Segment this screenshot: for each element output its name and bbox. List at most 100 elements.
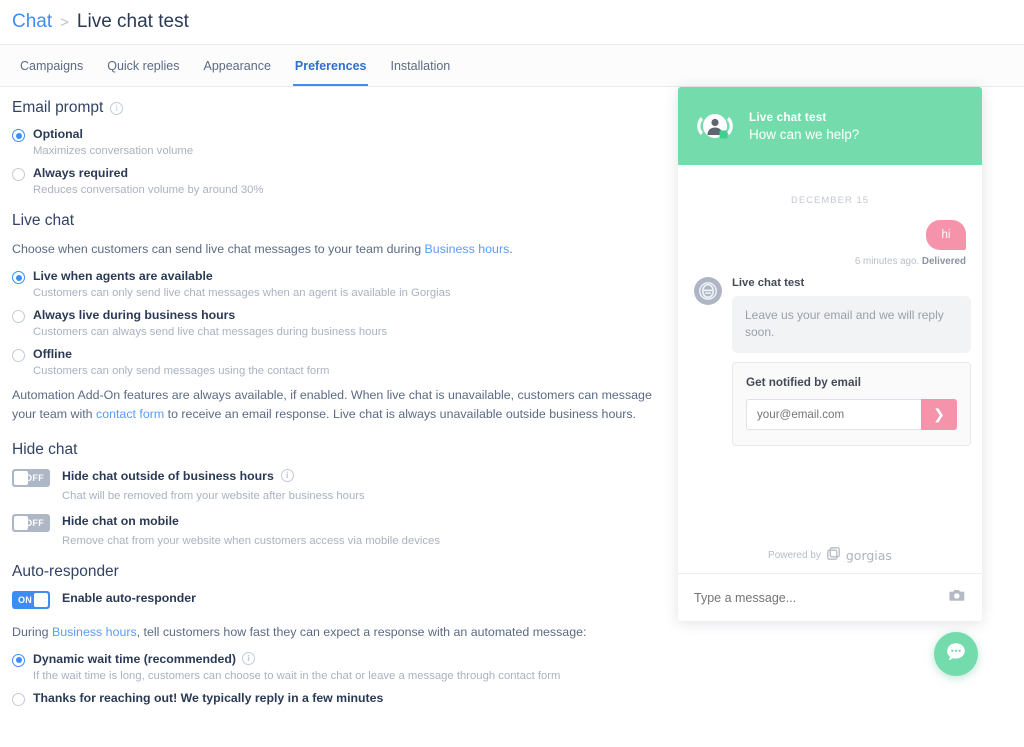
tab-campaigns[interactable]: Campaigns [8, 45, 95, 86]
chat-message-input[interactable] [694, 590, 949, 605]
radio-live-when-available[interactable] [12, 271, 25, 285]
chat-widget: Live chat test How can we help? DECEMBER… [678, 87, 982, 621]
radio-option-always-live[interactable]: Always live during business hours [12, 308, 664, 324]
auto-responder-intro-after: , tell customers how fast they can expec… [136, 624, 587, 639]
email-prompt-section-title: Email prompt i [12, 99, 664, 117]
gorgias-logo-icon [694, 277, 722, 305]
chat-bubble-icon [944, 640, 968, 669]
chevron-right-icon: ❯ [933, 405, 945, 422]
radio-thanks-message[interactable] [12, 692, 25, 706]
toggle-state-label: ON [18, 594, 33, 605]
email-capture-card: Get notified by email ❯ [732, 361, 971, 446]
chat-widget-subtitle: How can we help? [749, 126, 860, 142]
chat-widget-header: Live chat test How can we help? [678, 87, 982, 165]
chat-user-message: hi [926, 220, 966, 250]
radio-option-live-when-available[interactable]: Live when agents are available [12, 269, 664, 285]
tab-preferences[interactable]: Preferences [283, 45, 379, 86]
radio-option-dynamic-wait-time[interactable]: Dynamic wait time (recommended) i [12, 652, 664, 667]
chat-widget-preview: Live chat test How can we help? DECEMBER… [676, 87, 1024, 747]
chat-agent-message-row: Live chat test Leave us your email and w… [694, 277, 971, 446]
automation-note-after: to receive an email response. Live chat … [164, 407, 636, 422]
email-capture-title: Get notified by email [746, 375, 861, 389]
radio-optional[interactable] [12, 129, 25, 142]
hide-chat-title-text: Hide chat [12, 440, 78, 458]
business-hours-link[interactable]: Business hours [52, 625, 137, 639]
powered-by-text: Powered by [768, 549, 821, 561]
toggle-hide-chat-on-mobile[interactable]: OFF [12, 513, 50, 532]
info-icon[interactable]: i [241, 652, 255, 666]
tab-installation[interactable]: Installation [378, 45, 462, 86]
agent-avatar-icon [694, 111, 736, 141]
page-title: Live chat test [76, 11, 189, 32]
chat-message-time: 6 minutes ago. [854, 256, 920, 267]
radio-always-live[interactable] [12, 310, 25, 324]
tab-appearance[interactable]: Appearance [191, 45, 282, 86]
toggle-enable-auto-responder[interactable]: ON [12, 590, 50, 609]
toggle-hide-on-mobile-label: Hide chat on mobile [62, 514, 179, 528]
email-capture-input[interactable] [746, 398, 921, 430]
gorgias-brand-text: gorgias [845, 547, 892, 563]
toggle-knob [34, 592, 48, 607]
toggle-enable-auto-responder-label: Enable auto-responder [62, 590, 196, 605]
chat-widget-header-text: Live chat test How can we help? [749, 111, 859, 142]
radio-always-live-description: Customers can always send live chat mess… [33, 326, 388, 339]
live-chat-intro-before: Choose when customers can send live chat… [12, 242, 425, 256]
radio-offline-description: Customers can only send messages using t… [33, 365, 330, 378]
radio-offline-label: Offline [33, 347, 72, 362]
radio-dynamic-wait-time-label: Dynamic wait time (recommended) i [33, 652, 255, 666]
radio-live-when-available-description: Customers can only send live chat messag… [33, 287, 451, 300]
chat-date-divider: DECEMBER 15 [790, 195, 870, 206]
radio-option-offline[interactable]: Offline [12, 347, 664, 363]
camera-icon[interactable] [949, 588, 966, 608]
radio-dynamic-wait-time[interactable] [12, 653, 25, 667]
chat-launcher-button[interactable] [934, 632, 978, 676]
live-chat-title-text: Live chat [12, 212, 75, 229]
chat-message-meta: 6 minutes ago. Delivered [694, 256, 966, 267]
chat-message-status: Delivered [921, 256, 966, 267]
info-icon[interactable]: i [280, 469, 294, 483]
toggle-hide-on-mobile-text: Hide chat on mobile [62, 513, 179, 528]
tab-quick-replies[interactable]: Quick replies [95, 45, 191, 86]
radio-offline[interactable] [12, 349, 25, 363]
toggle-hide-chat-outside-business-hours[interactable]: OFF [12, 468, 50, 487]
radio-option-thanks-message[interactable]: Thanks for reaching out! We typically re… [12, 691, 664, 706]
radio-always-required-description: Reduces conversation volume by around 30… [33, 184, 264, 196]
live-chat-intro-after: . [509, 242, 513, 256]
radio-optional-description: Maximizes conversation volume [33, 145, 194, 157]
toggle-row-hide-outside-hours: OFF Hide chat outside of business hours … [12, 468, 664, 487]
powered-by-footer: Powered by gorgias [678, 539, 982, 573]
info-icon[interactable]: i [110, 101, 124, 115]
auto-responder-section-title: Auto-responder [12, 563, 664, 581]
radio-option-always-required[interactable]: Always required [12, 166, 664, 181]
auto-responder-intro-before: During [12, 624, 52, 639]
radio-live-when-available-label: Live when agents are available [33, 269, 213, 284]
chat-agent-message: Leave us your email and we will reply so… [732, 296, 971, 353]
radio-option-optional[interactable]: Optional [12, 127, 664, 142]
radio-always-required[interactable] [12, 168, 25, 181]
email-capture-input-group: ❯ [746, 398, 957, 430]
auto-responder-title-text: Auto-responder [12, 562, 119, 580]
toggle-hide-outside-hours-label: Hide chat outside of business hours i [62, 469, 294, 483]
auto-responder-intro: During Business hours, tell customers ho… [12, 623, 664, 642]
chat-widget-title: Live chat test [749, 110, 827, 124]
hide-chat-section-title: Hide chat [12, 441, 664, 459]
radio-always-live-label: Always live during business hours [33, 308, 236, 323]
toggle-knob [14, 515, 28, 530]
radio-always-required-label: Always required [33, 166, 128, 180]
automation-note: Automation Add-On features are always av… [12, 386, 664, 424]
email-capture-submit-button[interactable]: ❯ [921, 398, 957, 430]
breadcrumb: Chat > Live chat test [0, 0, 1024, 44]
live-chat-section-title: Live chat [12, 212, 664, 230]
breadcrumb-separator: > [60, 13, 69, 31]
chat-user-message-row: hi [694, 220, 966, 250]
live-chat-intro: Choose when customers can send live chat… [12, 240, 664, 259]
radio-dynamic-wait-time-text: Dynamic wait time (recommended) [33, 651, 236, 666]
toggle-hide-outside-hours-text: Hide chat outside of business hours [62, 468, 274, 483]
settings-panel: Email prompt i Optional Maximizes conver… [0, 87, 676, 747]
business-hours-link[interactable]: Business hours [425, 242, 510, 256]
toggle-hide-on-mobile-description: Remove chat from your website when custo… [62, 534, 440, 547]
breadcrumb-root-link[interactable]: Chat [12, 11, 52, 33]
toggle-hide-outside-hours-description: Chat will be removed from your website a… [62, 489, 365, 502]
contact-form-link[interactable]: contact form [96, 407, 164, 421]
toggle-row-enable-auto-responder: ON Enable auto-responder [12, 590, 664, 609]
